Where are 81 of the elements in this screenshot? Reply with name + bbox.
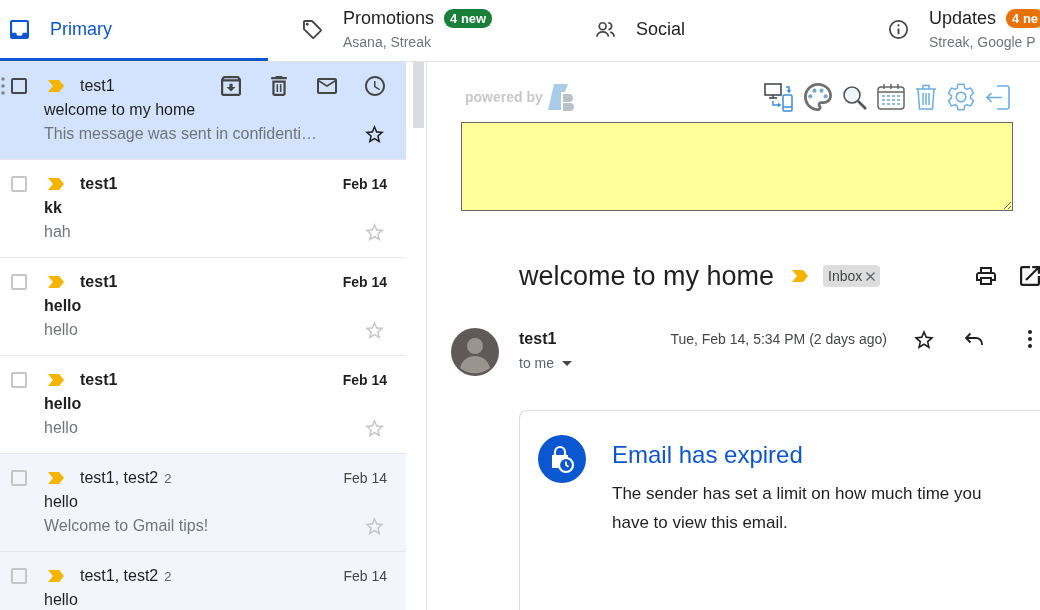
new-count-badge: 4 new [444,8,493,28]
message-subject: welcome to my home [519,260,775,292]
mail-snippet: hah [44,223,72,241]
mail-date: Feb 14 [342,274,387,290]
category-tab[interactable]: Updates 4 ne Streak, Google P [879,0,1040,61]
open-in-new-icon[interactable] [1020,266,1040,286]
notice-text: The sender has set a limit on how much time you have to view this email. [612,483,983,534]
sender-name: test1, test2 [80,567,159,585]
calendar-icon[interactable] [877,83,905,111]
star-icon[interactable] [365,125,384,143]
clock-icon[interactable] [365,76,385,96]
info-icon [889,19,908,39]
mail-subject: hello [44,296,83,316]
recipient-dropdown[interactable]: to me [519,353,572,373]
people-icon [596,19,615,39]
devices-icon[interactable] [764,82,794,112]
category-tab[interactable]: Promotions 4 new Asana, Streak [293,0,561,61]
category-tab[interactable]: Social [586,0,854,61]
star-icon[interactable] [365,517,384,535]
lock-clock-icon [538,435,586,483]
sender-name: test1 [519,329,557,349]
mail-snippet: hello [44,419,79,437]
sender-name: test1 [80,371,118,389]
print-icon[interactable] [976,266,996,286]
mail-date: Feb 14 [342,372,387,388]
tab-senders-text: Asana, Streak [343,33,432,51]
thread-count: 2 [164,568,172,584]
logo-icon [546,83,577,111]
drag-handle-icon[interactable] [1,77,5,95]
mail-snippet: This message was sent in confidenti… [44,125,318,143]
mail-date: Feb 14 [343,470,387,486]
inbox-icon [10,19,29,39]
star-icon[interactable] [365,419,384,437]
star-icon[interactable] [914,330,934,349]
sender-name: test1, test2 [80,469,159,487]
label-chip[interactable]: Inbox [823,265,881,287]
mail-subject: welcome to my home [44,100,197,120]
notice-title: Email has expired [612,440,803,470]
reply-icon[interactable] [965,332,983,346]
tab-senders-text: Streak, Google P [929,33,1037,51]
close-icon[interactable] [866,271,876,281]
scrollbar-thumb[interactable] [413,62,424,128]
sender-name: test1 [80,77,115,95]
mail-row[interactable]: test1 welcome to my home This message was sent in confidenti… [0,62,406,160]
mail-subject: hello [44,394,83,414]
avatar-icon [451,328,499,376]
mail-snippet: Welcome to Gmail tips! [44,517,210,535]
mail-subject: hello [44,590,79,610]
sender-name: test1 [80,175,118,193]
archive-icon[interactable] [221,76,241,96]
mail-row[interactable]: test1, test2 2 Feb 14 hello Welcome to Gmail tips! [0,454,406,552]
star-icon[interactable] [365,223,384,241]
thread-count: 2 [164,470,172,486]
importance-marker-icon[interactable] [48,80,64,92]
checkbox[interactable] [11,78,27,94]
mail-subject: kk [44,198,63,218]
mail-row[interactable]: test1, test2 2 Feb 14 hello [0,552,406,610]
sender-name: test1 [80,273,118,291]
importance-marker-icon[interactable] [48,570,64,582]
importance-marker-icon[interactable] [48,276,64,288]
trash-icon[interactable] [269,76,289,96]
new-count-badge: 4 ne [1006,8,1040,28]
mail-subject: hello [44,492,79,512]
mail-date: Feb 14 [342,176,387,192]
mail-snippet: hello [44,321,79,339]
palette-icon[interactable] [804,83,832,111]
message-date: Tue, Feb 14, 5:34 PM (2 days ago) [670,330,887,349]
star-icon[interactable] [365,321,384,339]
importance-marker-icon[interactable] [48,374,64,386]
caret-icon [562,360,572,366]
importance-marker-icon[interactable] [48,178,64,190]
mail-date: Feb 14 [343,568,387,584]
note-field[interactable] [461,122,1013,211]
more-icon[interactable] [1028,330,1032,348]
importance-marker-icon[interactable] [48,472,64,484]
search-icon[interactable] [842,84,867,110]
tag-icon [303,19,322,39]
settings-icon[interactable] [947,83,975,111]
exit-arrow-icon[interactable] [985,84,1010,110]
envelope-icon[interactable] [317,76,337,96]
importance-marker-icon[interactable] [792,270,809,282]
